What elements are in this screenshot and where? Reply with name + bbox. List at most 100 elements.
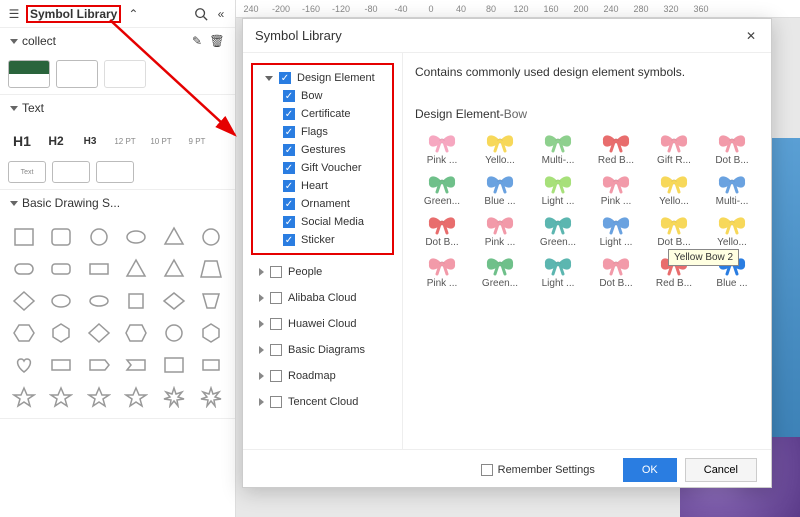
section-shapes-header[interactable]: Basic Drawing S... — [0, 190, 235, 216]
checkbox[interactable]: ✓ — [283, 162, 295, 174]
tree-item[interactable]: ✓Certificate — [257, 105, 388, 123]
tree-item[interactable]: ✓Gestures — [257, 141, 388, 159]
shape-item[interactable] — [121, 320, 153, 346]
symbol-item[interactable]: Yello... — [705, 211, 759, 248]
text-preset[interactable]: 12 PT — [110, 127, 140, 155]
symbol-item[interactable]: Pink ... — [473, 211, 527, 248]
symbol-item[interactable]: Dot B... — [589, 252, 643, 289]
checkbox[interactable]: ✓ — [283, 144, 295, 156]
chevron-up-icon[interactable]: ⌃ — [125, 6, 141, 22]
tree-item[interactable]: ✓Bow — [257, 87, 388, 105]
shape-item[interactable] — [8, 288, 40, 314]
symbol-item[interactable]: Red B... — [589, 129, 643, 166]
tree-item[interactable]: Huawei Cloud — [251, 315, 394, 333]
checkbox[interactable]: ✓ — [283, 126, 295, 138]
checkbox[interactable] — [270, 266, 282, 278]
checkbox[interactable]: ✓ — [283, 90, 295, 102]
symbol-item[interactable]: Light ... — [531, 170, 585, 207]
close-icon[interactable]: ✕ — [743, 28, 759, 44]
text-sample[interactable] — [96, 161, 134, 183]
checkbox[interactable] — [481, 464, 493, 476]
symbol-item[interactable]: Dot B... — [705, 129, 759, 166]
shape-item[interactable] — [158, 224, 190, 250]
checkbox[interactable] — [270, 396, 282, 408]
trash-icon[interactable]: 🗑 — [209, 33, 225, 49]
shape-item[interactable] — [83, 224, 115, 250]
tree-item[interactable]: ✓Flags — [257, 123, 388, 141]
symbol-item[interactable]: Dot B... — [415, 211, 469, 248]
text-preset[interactable]: H1 — [8, 127, 36, 155]
symbol-item[interactable]: Green... — [415, 170, 469, 207]
shape-item[interactable] — [196, 384, 228, 410]
shape-item[interactable] — [196, 352, 228, 378]
text-sample[interactable] — [52, 161, 90, 183]
tree-item[interactable]: Roadmap — [251, 367, 394, 385]
symbol-item[interactable]: Pink ... — [589, 170, 643, 207]
collect-item[interactable] — [8, 60, 50, 88]
section-collect-header[interactable]: collect ✎ 🗑 — [0, 28, 235, 54]
shape-item[interactable] — [196, 320, 228, 346]
ok-button[interactable]: OK — [623, 458, 677, 482]
symbol-item[interactable]: Light ... — [531, 252, 585, 289]
tree-item[interactable]: People — [251, 263, 394, 281]
symbol-item[interactable]: Light ... — [589, 211, 643, 248]
shape-item[interactable] — [121, 256, 153, 282]
symbol-item[interactable]: Multi-... — [705, 170, 759, 207]
checkbox[interactable] — [270, 344, 282, 356]
shape-item[interactable] — [46, 288, 78, 314]
collapse-icon[interactable]: « — [213, 6, 229, 22]
shape-item[interactable] — [83, 256, 115, 282]
collect-item[interactable] — [104, 60, 146, 88]
text-preset[interactable]: 9 PT — [182, 127, 212, 155]
shape-item[interactable] — [158, 384, 190, 410]
symbol-item[interactable]: Pink ... — [415, 129, 469, 166]
collect-item[interactable] — [56, 60, 98, 88]
checkbox[interactable]: ✓ — [283, 198, 295, 210]
tree-item[interactable]: ✓Ornament — [257, 195, 388, 213]
text-preset[interactable]: 10 PT — [146, 127, 176, 155]
shape-item[interactable] — [46, 320, 78, 346]
remember-settings[interactable]: Remember Settings — [481, 464, 595, 476]
shape-item[interactable] — [121, 288, 153, 314]
checkbox[interactable] — [270, 292, 282, 304]
shape-item[interactable] — [46, 352, 78, 378]
shape-item[interactable] — [46, 224, 78, 250]
symbol-item[interactable]: Blue ... — [473, 170, 527, 207]
tree-item[interactable]: ✓Sticker — [257, 231, 388, 249]
symbol-item[interactable]: Yello... — [473, 129, 527, 166]
shape-item[interactable] — [196, 224, 228, 250]
checkbox[interactable] — [270, 370, 282, 382]
shape-item[interactable] — [121, 352, 153, 378]
shape-item[interactable] — [83, 288, 115, 314]
tree-item[interactable]: Tencent Cloud — [251, 393, 394, 411]
shape-item[interactable] — [8, 320, 40, 346]
symbol-item[interactable]: Multi-... — [531, 129, 585, 166]
symbol-item[interactable]: Green... — [531, 211, 585, 248]
shape-item[interactable] — [158, 256, 190, 282]
shape-item[interactable] — [83, 384, 115, 410]
shape-item[interactable] — [8, 384, 40, 410]
shape-item[interactable] — [46, 256, 78, 282]
shape-item[interactable] — [196, 288, 228, 314]
checkbox[interactable]: ✓ — [283, 216, 295, 228]
text-preset[interactable]: H2 — [42, 127, 70, 155]
shape-item[interactable] — [121, 384, 153, 410]
text-sample[interactable]: Text — [8, 161, 46, 183]
symbol-item[interactable]: Dot B... — [647, 211, 701, 248]
tree-item[interactable]: Basic Diagrams — [251, 341, 394, 359]
tree-item[interactable]: Alibaba Cloud — [251, 289, 394, 307]
symbol-item[interactable]: Green... — [473, 252, 527, 289]
checkbox[interactable]: ✓ — [283, 108, 295, 120]
tree-item[interactable]: ✓Social Media — [257, 213, 388, 231]
checkbox[interactable]: ✓ — [283, 234, 295, 246]
symbol-item[interactable]: Gift R... — [647, 129, 701, 166]
shape-item[interactable] — [8, 352, 40, 378]
shape-item[interactable] — [8, 224, 40, 250]
edit-icon[interactable]: ✎ — [189, 33, 205, 49]
symbol-library-title[interactable]: Symbol Library — [26, 5, 121, 23]
shape-item[interactable] — [158, 352, 190, 378]
shape-item[interactable] — [196, 256, 228, 282]
checkbox[interactable] — [270, 318, 282, 330]
text-preset[interactable]: H3 — [76, 127, 104, 155]
checkbox[interactable]: ✓ — [279, 72, 291, 84]
